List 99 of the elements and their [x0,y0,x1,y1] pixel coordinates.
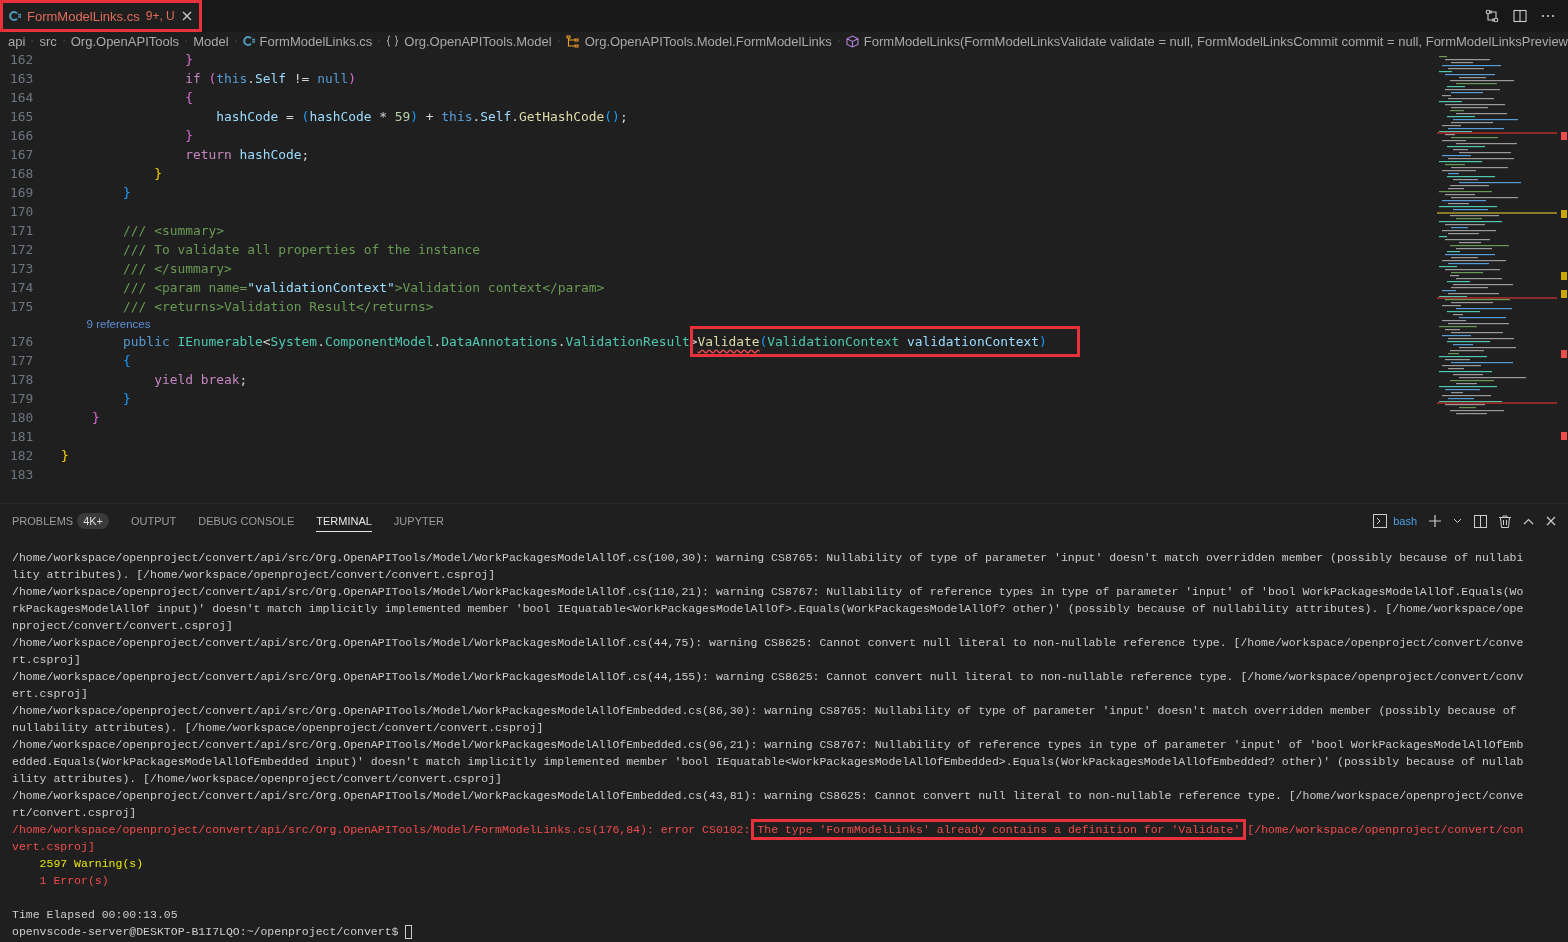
terminal-line: rkPackagesModelAllOf input)' doesn't match implicitly implemented member 'bool IEquatable<WorkPackagesModelAllOf>.Equals(WorkPackagesModelAllOf? other)' (possibly because of nullability attributes). [/home/workspace/ope [12,601,1524,617]
terminal-line: Time Elapsed 00:00:13.05 [12,907,178,923]
breadcrumb-item[interactable]: api [8,33,26,49]
code-line: hashCode = (hashCode * 59) + this.Self.GetHashCode(); [215,109,628,124]
terminal-name[interactable]: bash [1393,515,1417,527]
close-icon[interactable] [1546,516,1556,526]
tab-status: 9+, U [145,9,175,23]
panel-tab[interactable]: PROBLEMS [12,511,74,531]
line-number: 163 [9,71,35,86]
code-line: /// To validate all properties of the instance [122,242,481,257]
code-line: } [184,128,193,143]
plus-icon[interactable] [1429,515,1441,527]
text-cursor [405,924,413,939]
line-number: 176 [9,334,35,349]
line-number: 178 [9,372,35,387]
terminal-icon[interactable] [1373,514,1388,528]
terminal-line: [/home/workspace/openproject/convert/con [1246,822,1524,838]
code-line: } [153,166,162,181]
code-line: yield break; [153,372,248,387]
split-terminal-icon[interactable] [1474,514,1487,528]
line-number: 171 [9,223,35,238]
terminal-line: 1 Error(s) [38,873,109,889]
line-number: 170 [9,204,35,219]
line-number: 180 [9,410,35,425]
terminal-line: /home/workspace/openproject/convert/api/src/Org.OpenAPITools/Model/WorkPackagesModelAllOf.cs(110,21): warning CS8767: Nullability of reference types in type of parameter 'input' of 'bool WorkPackagesModelAllOf.Equals(Wo [12,584,1524,600]
breadcrumb-item[interactable]: FormModelLinks.cs [242,33,373,49]
terminal-line: ert.csproj] [12,686,88,702]
terminal-line: edded.Equals(WorkPackagesModelAllOfEmbedded input)' doesn't match implicitly implemented member 'bool IEquatable<WorkPackagesModelAllOfEmbedded>.Equals(WorkPackagesModelAllOfEmbedded? other)' (possibly because of nullab [12,754,1524,770]
terminal-line: vert.csproj] [12,839,95,855]
terminal-line: nullability attributes). [/home/workspace/openproject/convert/convert.csproj] [12,720,544,736]
line-number: 179 [9,391,35,406]
terminal-line: ility attributes). [/home/workspace/openproject/convert/convert.csproj] [12,771,502,787]
code-line: /// <returns>Validation Result</returns> [122,299,434,314]
terminal-line: rt/convert.csproj] [12,805,137,821]
terminal-line: /home/workspace/openproject/convert/api/src/Org.OpenAPITools/Model/WorkPackagesModelAllOf.cs(44,155): warning CS8625: Cannot convert null literal to non-nullable reference type. [/home/workspace/openproject/convert/conv [12,669,1524,685]
terminal-line: /home/workspace/openproject/convert/api/src/Org.OpenAPITools/Model/WorkPackagesModelAllOf.cs(44,75): warning CS8625: Cannot convert null literal to non-nullable reference type. [/home/workspace/openproject/convert/conve [12,635,1524,651]
breadcrumb-item[interactable]: Org.OpenAPITools.Model.FormModelLinks [565,33,832,49]
highlight-box: The type 'FormModelLinks' already contains a definition for 'Validate' [751,819,1247,840]
terminal-line: nproject/convert/convert.csproj] [12,618,233,634]
line-number: 162 [9,52,35,67]
code-line: } [122,185,131,200]
line-number: 175 [9,299,35,314]
breadcrumb-item[interactable]: Org.OpenAPITools [70,33,180,49]
chevron-up-icon[interactable] [1523,517,1534,525]
code-line: { [184,90,193,105]
line-number: 168 [9,166,35,181]
code-line: /// <param name="validationContext">Validation context</param> [122,280,605,295]
trash-icon[interactable] [1499,514,1511,528]
line-number: 172 [9,242,35,257]
code-line: } [184,52,193,67]
breadcrumb-item[interactable]: Org.OpenAPITools.Model [386,33,552,49]
panel-tab[interactable]: TERMINAL [316,510,372,532]
breadcrumb-item[interactable]: FormModelLinks(FormModelLinksValidate validate = null, FormModelLinksCommit commit = null, FormModelLinksPreview [845,33,1568,49]
line-number: 165 [9,109,35,124]
line-number: 177 [9,353,35,368]
csharp-file-icon [242,35,255,47]
problems-count: 4K+ [77,513,110,529]
terminal-line: lity attributes). [/home/workspace/openproject/convert/convert.csproj] [12,567,496,583]
csharp-file-icon [9,10,21,22]
code-line: } [61,448,69,463]
line-number: 164 [9,90,35,105]
line-number: 182 [9,448,35,463]
line-number: 166 [9,128,35,143]
code-line: if (this.Self != null) [184,71,356,86]
breadcrumb-item[interactable]: src [39,33,57,49]
code-line: { [122,353,131,368]
breadcrumb-item[interactable]: Model [193,33,229,49]
compare-changes-icon[interactable] [1484,8,1500,24]
panel-tab[interactable]: JUPYTER [393,511,444,531]
terminal-line: /home/workspace/openproject/convert/api/src/Org.OpenAPITools/Model/WorkPackagesModelAllOfEmbedded.cs(43,81): warning CS8625: Cannot convert null literal to non-nullable reference type. [/home/workspace/openproject/conve [12,788,1524,804]
panel-tab[interactable]: DEBUG CONSOLE [198,511,295,531]
close-icon[interactable] [180,10,193,22]
terminal-line: rt.csproj] [12,652,81,668]
class-icon [565,34,580,48]
terminal-line: /home/workspace/openproject/convert/api/src/Org.OpenAPITools/Model/FormModelLinks.cs(176,84): error CS0102: [12,822,752,838]
tab-title: FormModelLinks.cs [27,8,140,24]
line-number: 173 [9,261,35,276]
line-number: 167 [9,147,35,162]
code-line: } [122,391,131,406]
panel-tab[interactable]: OUTPUT [131,511,177,531]
braces-icon [386,35,400,47]
split-editor-icon[interactable] [1512,8,1528,24]
terminal-line: openvscode-server@DESKTOP-B1I7LQO:~/openproject/convert$ [12,924,400,940]
code-line: } [91,410,100,425]
references-link[interactable]: 9 references [61,318,151,330]
line-number: 174 [9,280,35,295]
terminal-line: /home/workspace/openproject/convert/api/src/Org.OpenAPITools/Model/WorkPackagesModelAllOfEmbedded.cs(86,30): warning CS8765: Nullability of type of parameter 'input' doesn't match overridden member (possibly because of [12,703,1517,719]
terminal-line: /home/workspace/openproject/convert/api/src/Org.OpenAPITools/Model/WorkPackagesModelAllOfEmbedded.cs(96,21): warning CS8767: Nullability of reference types in type of parameter 'input' of 'bool WorkPackagesModelAllOfEmb [12,737,1524,753]
code-line: return hashCode; [184,147,310,162]
chevron-down-icon[interactable] [1453,518,1462,524]
line-number: 169 [9,185,35,200]
line-number: 181 [9,429,35,444]
terminal-line: /home/workspace/openproject/convert/api/src/Org.OpenAPITools/Model/WorkPackagesModelAllOf.cs(100,30): warning CS8765: Nullability of type of parameter 'input' doesn't match overridden member (possibly because of nullabi [12,550,1524,566]
line-number: 183 [9,467,35,482]
cube-icon [845,34,859,48]
code-line: /// <summary> [122,223,224,238]
code-line: /// </summary> [122,261,232,276]
terminal-line: 2597 Warning(s) [38,856,144,872]
editor-tab[interactable]: FormModelLinks.cs 9+, U [0,0,202,32]
